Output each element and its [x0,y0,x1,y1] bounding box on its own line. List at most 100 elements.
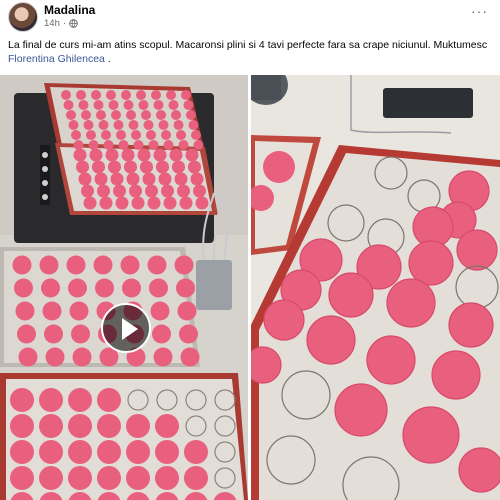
left-photo-drawing [0,75,248,500]
photo-macarons-trays[interactable] [0,75,248,500]
macaron [251,346,282,384]
macaron [195,196,209,210]
macaron [93,100,104,110]
macaron [263,151,295,183]
macaron [168,100,179,110]
author-name[interactable]: Madalina [44,3,95,17]
macaron [408,240,454,286]
macaron [126,110,136,120]
macaron [184,440,208,464]
macaron [121,148,135,162]
macaron [143,120,154,130]
macaron [83,120,94,130]
macaron [41,278,60,298]
macaron [179,324,198,344]
macaron [147,255,167,275]
macaron [169,148,183,162]
macaron [184,466,208,490]
macaron [177,184,190,198]
macaron [63,100,74,110]
play-icon [122,318,138,340]
post-body: La final de curs mi-am atins scopul. Mac… [8,39,488,51]
macaron [263,299,305,341]
post-media [0,75,500,500]
macaron [95,278,114,298]
macaron [193,140,204,150]
macaron [42,301,62,321]
post-time[interactable]: 14h [44,18,60,29]
macaron [68,466,92,490]
macaron [69,301,89,321]
post-body-end: . [104,53,111,65]
macaron [97,184,110,198]
macaron [120,255,140,275]
macaron [94,172,108,186]
macaron [97,440,121,464]
macaron [150,301,170,321]
macaron [156,110,166,120]
macaron [149,278,168,298]
macaron [334,383,388,437]
macaron [10,388,34,412]
macaron [126,466,150,490]
macaron [108,100,119,110]
macaron [126,440,150,464]
mention-link[interactable]: Florentina Ghilencea [8,53,105,65]
macaron [105,148,119,162]
macaron [448,302,494,348]
macaron [39,255,59,275]
avatar[interactable] [8,2,38,32]
macaron [88,140,99,150]
macaron [180,347,200,367]
macaron [72,347,92,367]
macaron [186,110,196,120]
play-button[interactable] [101,303,151,353]
globe-icon [69,19,78,28]
macaron [86,130,96,140]
macaron [146,130,156,140]
macaron [76,90,86,100]
macaron [83,196,97,210]
macaron [155,414,179,438]
macaron [126,172,140,186]
macaron [138,100,149,110]
macaron [97,466,121,490]
macaron [156,160,169,174]
macaron [99,196,113,210]
macaron [92,160,105,174]
macaron [137,148,151,162]
macaron [96,110,106,120]
macaron [78,100,89,110]
macaron [131,196,145,210]
macaron [89,148,103,162]
macaron [129,184,142,198]
macaron [124,160,137,174]
post-meta: 14h · [44,18,78,29]
macaron [18,347,38,367]
video-macarons-closeup[interactable] [251,75,500,500]
macaron [458,447,500,493]
macaron [110,172,124,186]
macaron [68,440,92,464]
macaron [191,130,201,140]
macaron [155,440,179,464]
macaron [166,90,176,100]
macaron [179,196,193,210]
macaron [10,414,34,438]
macaron [142,172,156,186]
macaron [126,414,150,438]
macaron [39,440,63,464]
macaron [45,347,65,367]
more-options-icon[interactable]: ··· [471,4,488,18]
macaron [68,414,92,438]
macaron [176,130,186,140]
macaron [181,90,191,100]
macaron [145,184,158,198]
macaron [97,414,121,438]
macaron [173,120,184,130]
macaron [152,324,171,344]
macaron [153,100,164,110]
macaron [101,130,111,140]
macaron [177,301,197,321]
macaron [147,196,161,210]
